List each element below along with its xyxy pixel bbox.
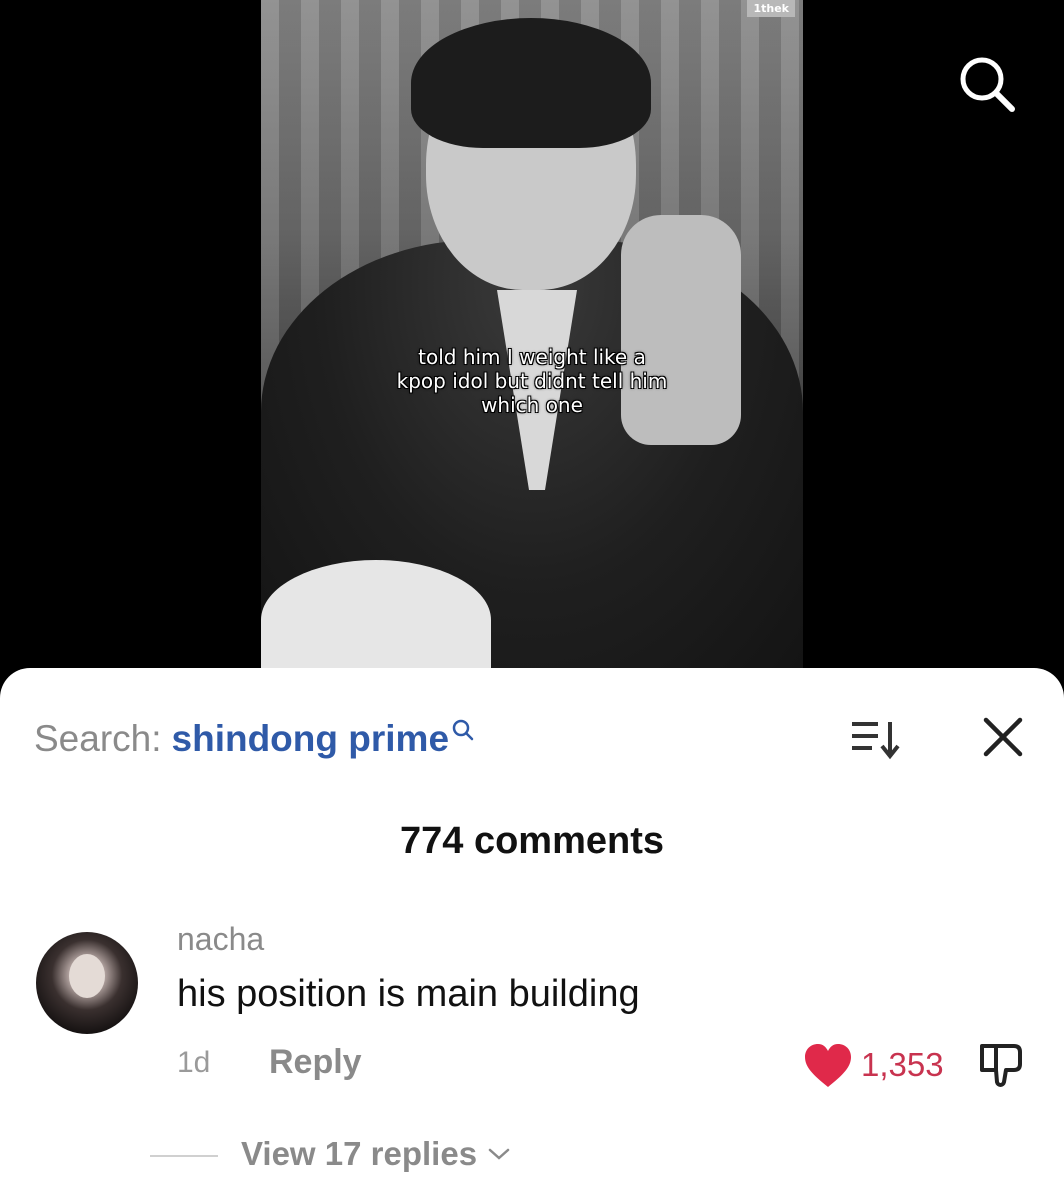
comment-text: his position is main building xyxy=(177,973,640,1015)
view-replies-label: View 17 replies xyxy=(241,1135,478,1172)
chevron-down-icon xyxy=(488,1148,510,1160)
search-suggestion[interactable]: Search: shindong prime xyxy=(34,718,475,760)
comments-sheet: Search: shindong prime 774 comments nach… xyxy=(0,668,1064,1200)
video-person-hair xyxy=(411,18,651,148)
video-watermark: 1thek xyxy=(747,0,795,17)
comment-username[interactable]: nacha xyxy=(177,921,264,958)
caption-line: kpop idol but didnt tell him xyxy=(396,369,668,393)
close-icon[interactable] xyxy=(980,714,1026,760)
search-icon xyxy=(452,719,474,741)
video-frame[interactable]: 1thek told him I weight like a kpop idol… xyxy=(261,0,803,668)
search-icon[interactable] xyxy=(955,52,1019,116)
heart-icon[interactable] xyxy=(803,1043,853,1089)
avatar[interactable] xyxy=(36,932,138,1034)
video-player[interactable]: 1thek told him I weight like a kpop idol… xyxy=(0,0,1064,700)
avatar-face xyxy=(69,954,105,998)
search-query-link[interactable]: shindong prime xyxy=(172,718,450,760)
video-caption: told him I weight like a kpop idol but d… xyxy=(261,345,803,417)
dislike-icon[interactable] xyxy=(974,1038,1028,1092)
sort-icon[interactable] xyxy=(848,716,904,762)
comment-timestamp: 1d xyxy=(177,1046,211,1079)
video-person-sleeve xyxy=(261,560,491,668)
view-replies-button[interactable]: View 17 replies xyxy=(241,1135,511,1173)
replies-divider xyxy=(150,1155,218,1157)
caption-line: which one xyxy=(481,393,583,417)
reply-button[interactable]: Reply xyxy=(269,1043,362,1082)
comments-count-title: 774 comments xyxy=(399,820,664,862)
search-prefix: Search: xyxy=(34,718,162,759)
like-count: 1,353 xyxy=(861,1046,944,1083)
caption-line: told him I weight like a xyxy=(418,345,646,369)
